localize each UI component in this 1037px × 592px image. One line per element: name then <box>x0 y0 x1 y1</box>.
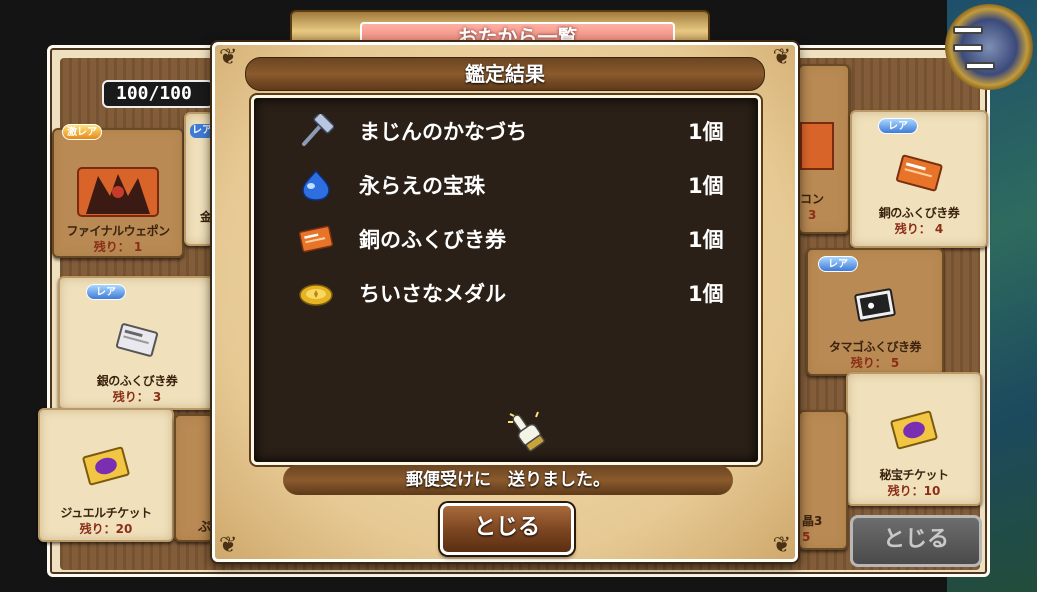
card-partial-name: 晶3 <box>802 514 823 528</box>
card-remaining: 残り： 5 <box>850 356 900 370</box>
result-item-row: まじんのかなづち 1個 <box>254 104 758 156</box>
menu-bar-icon <box>953 26 983 34</box>
result-item-row: ちいさなメダル 1個 <box>254 266 758 318</box>
notice-bar: 郵便受けに 送りました。 <box>283 465 733 495</box>
hammer-icon <box>302 114 334 146</box>
item-quantity: 1個 <box>688 174 724 198</box>
menu-emblem-icon[interactable] <box>945 4 1033 90</box>
card-name: 秘宝チケット <box>879 468 949 482</box>
result-item-row: 銅のふくびき券 1個 <box>254 212 758 264</box>
treasure-ticket-icon <box>890 410 938 450</box>
card-remaining: 残り：10 <box>887 484 941 498</box>
silver-ticket-icon <box>115 323 159 357</box>
corner-ornament-icon: ❦ <box>772 45 791 70</box>
result-item-row: 永らえの宝珠 1個 <box>254 158 758 210</box>
card-name: ファイナルウェポン <box>66 224 170 238</box>
item-name: ちいさなメダル <box>359 282 506 306</box>
card-name: 銀のふくびき券 <box>96 374 178 388</box>
rare-badge: レア <box>86 284 126 300</box>
small-medal-icon <box>299 284 333 306</box>
dialog-title: 鑑定結果 <box>465 62 545 86</box>
treasure-card[interactable]: ジュエルチケット 残り：20 <box>38 408 174 542</box>
background-close-button: とじる <box>850 515 982 567</box>
treasure-count: 100/100 <box>102 80 214 108</box>
jewel-ticket-icon <box>82 446 130 486</box>
dialog-title-bar: 鑑定結果 <box>245 57 765 91</box>
card-partial-pic <box>800 122 834 170</box>
result-list-panel: まじんのかなづち 1個 永らえの宝珠 1個 銅のふくびき券 1個 ちいさなメダル… <box>251 95 761 465</box>
game-screen: おたから一覧 100/100 激レア ファイナルウェポン 残り： 1 レア 金 … <box>0 0 1037 592</box>
card-remaining: 残り：20 <box>79 522 133 536</box>
super-rare-badge: 激レア <box>62 124 102 140</box>
item-name: 銅のふくびき券 <box>359 228 506 252</box>
treasure-card[interactable]: レア 銅のふくびき券 残り： 4 <box>850 110 988 248</box>
card-partial-name: コン <box>800 192 825 206</box>
treasure-card[interactable]: レア タマゴふくびき券 残り： 5 <box>806 248 944 376</box>
card-partial-remain: 5 <box>802 530 811 544</box>
item-name: まじんのかなづち <box>359 120 527 144</box>
card-remaining: 残り： 1 <box>93 240 143 254</box>
card-name: タマゴふくびき券 <box>828 340 922 354</box>
treasure-card[interactable]: 激レア ファイナルウェポン 残り： 1 <box>52 124 184 258</box>
bronze-ticket-icon <box>896 154 943 192</box>
rare-badge: レア <box>818 256 858 272</box>
menu-bar-icon <box>965 62 995 70</box>
treasure-card-partial[interactable]: ぷ <box>174 414 214 542</box>
corner-ornament-icon: ❦ <box>219 45 238 70</box>
item-quantity: 1個 <box>688 228 724 252</box>
treasure-card-partial[interactable]: レア 金 <box>184 112 214 246</box>
card-remaining: 残り： 3 <box>112 390 162 404</box>
item-quantity: 1個 <box>688 120 724 144</box>
monster-weapon-icon <box>77 167 159 217</box>
item-name: 永らえの宝珠 <box>359 174 485 198</box>
card-name: ジュエルチケット <box>60 506 152 520</box>
blue-orb-icon <box>302 169 330 201</box>
card-partial-badge: レア <box>190 124 214 138</box>
glove-pointer-icon <box>508 411 545 452</box>
card-partial-remain: 3 <box>808 208 817 222</box>
treasure-card[interactable]: 秘宝チケット 残り：10 <box>846 372 982 506</box>
rare-badge: レア <box>878 118 918 134</box>
menu-bar-icon <box>953 44 983 52</box>
egg-ticket-icon <box>854 288 896 322</box>
close-button[interactable]: とじる <box>440 503 574 555</box>
bronze-ticket-icon <box>298 225 334 253</box>
corner-ornament-icon: ❦ <box>219 533 238 558</box>
card-name: 銅のふくびき券 <box>878 206 960 220</box>
treasure-card[interactable]: レア 銀のふくびき券 残り： 3 <box>58 276 216 410</box>
treasure-card-partial[interactable]: コン 3 <box>798 64 850 234</box>
card-partial-name: ぷ <box>198 520 212 535</box>
corner-ornament-icon: ❦ <box>772 533 791 558</box>
treasure-card-partial[interactable]: 晶3 5 <box>798 410 848 550</box>
appraisal-result-dialog: ❦ ❦ ❦ ❦ 鑑定結果 まじんのかなづち 1個 永らえの宝珠 1個 銅のふくび… <box>212 42 798 562</box>
notice-text: 郵便受けに 送りました。 <box>406 470 610 490</box>
item-quantity: 1個 <box>688 282 724 306</box>
card-remaining: 残り： 4 <box>894 222 944 236</box>
card-partial-name: 金 <box>200 210 213 224</box>
